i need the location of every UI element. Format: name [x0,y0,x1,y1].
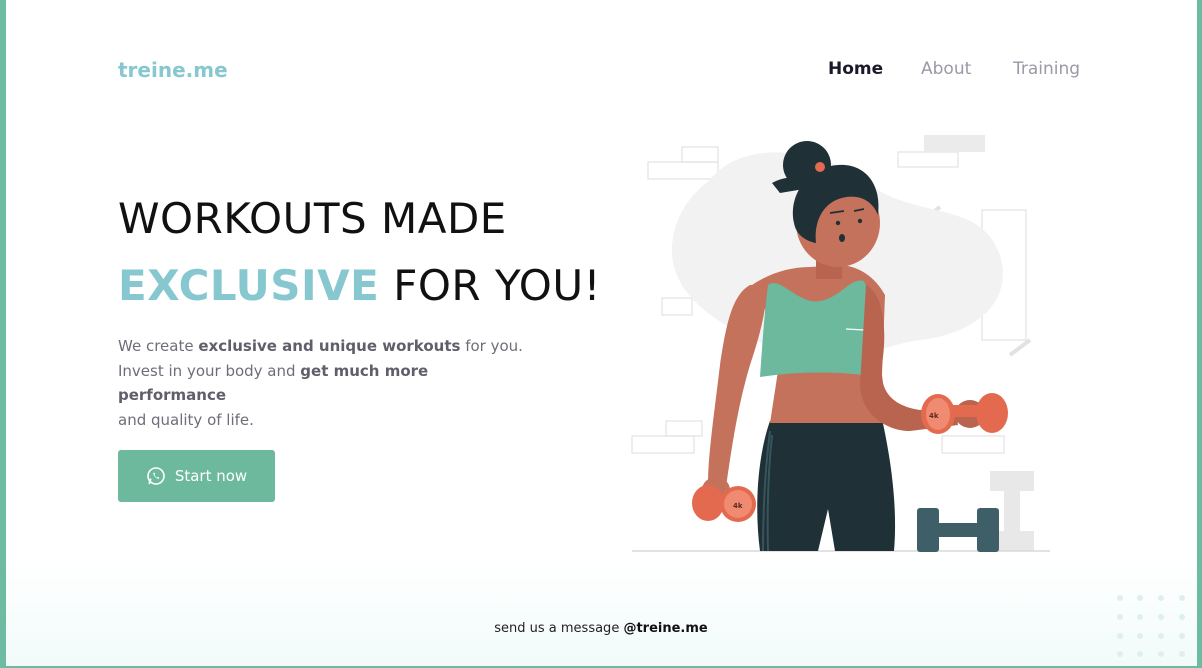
footer-text: send us a message [494,621,624,636]
whatsapp-icon [146,466,166,486]
hero-title-accent: EXCLUSIVE [118,261,380,310]
desc-text-1: We create [118,337,199,355]
hero-description: We create exclusive and unique workouts … [118,334,538,432]
footer-message: send us a message @treine.me [0,621,1202,636]
hero-title-line2: EXCLUSIVE FOR YOU! [118,261,601,310]
nav-training[interactable]: Training [1013,59,1080,79]
desc-text-4: and quality of life. [118,410,254,429]
footer-handle-link[interactable]: @treine.me [623,621,707,636]
brick-block [924,135,985,152]
dumbbell-label-right: 4k [929,412,939,420]
desc-bold-1: exclusive and unique workouts [198,337,461,355]
nav-home[interactable]: Home [828,59,883,79]
dumbbell-label-left: 4k [733,502,743,510]
floor-dumbbell-icon [917,508,999,552]
brand-logo[interactable]: treine.me [118,58,228,82]
desc-text-3: Invest in your body and [118,361,301,380]
start-now-button[interactable]: Start now [118,450,275,502]
hero-title-rest: FOR YOU! [379,261,601,310]
leggings [757,419,896,551]
hero-title-line1: WORKOUTS MADE [118,194,507,243]
right-dumbbell-icon: 4k [921,393,1008,434]
desc-text-2: for you. [460,337,523,355]
start-now-label: Start now [174,467,248,485]
workout-illustration: 4k 4k [631,135,1050,552]
nav-about[interactable]: About [921,59,971,79]
